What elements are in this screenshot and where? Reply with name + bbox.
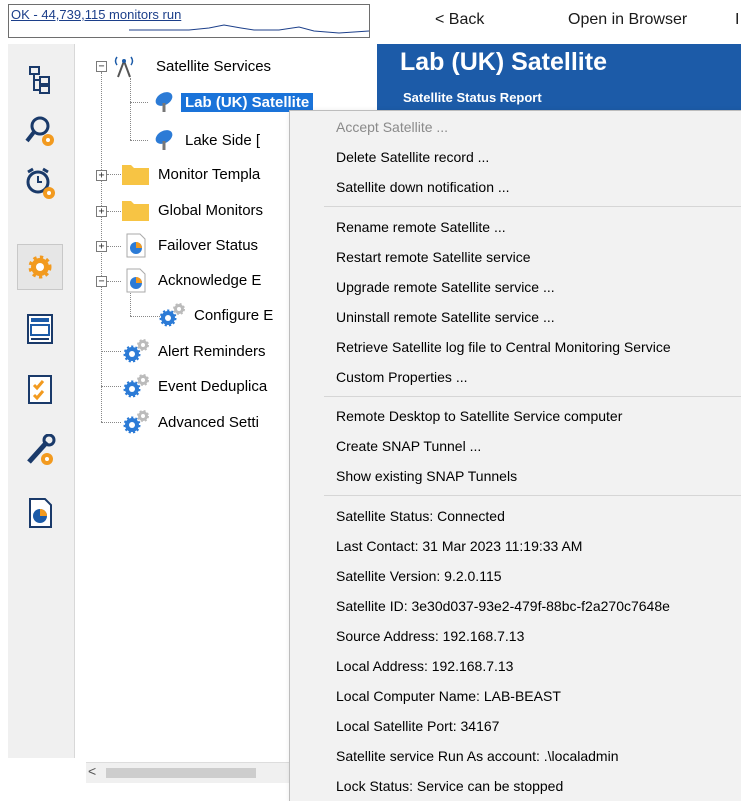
tree-item-acknowledge[interactable]: Acknowledge E — [121, 268, 262, 293]
tree-item-label: Acknowledge E — [158, 271, 262, 289]
menu-item-custom-properties[interactable]: Custom Properties ... — [336, 369, 468, 385]
menu-item-show-snap-tunnels[interactable]: Show existing SNAP Tunnels — [336, 468, 517, 484]
tree-item-label: Event Deduplica — [158, 377, 268, 395]
settings-gear-icon — [28, 255, 52, 279]
tree-item-label: Alert Reminders — [158, 342, 266, 360]
menu-item-uninstall-remote-service[interactable]: Uninstall remote Satellite service ... — [336, 309, 555, 325]
menu-separator — [324, 396, 741, 397]
menu-item-satellite-down-notification[interactable]: Satellite down notification ... — [336, 179, 510, 195]
menu-item-delete-satellite-record[interactable]: Delete Satellite record ... — [336, 149, 489, 165]
tree-item-label: Monitor Templa — [158, 165, 261, 183]
tree-item-failover-status[interactable]: Failover Status — [121, 233, 259, 258]
scrollbar-thumb[interactable] — [106, 768, 256, 778]
alarm-clock-icon — [26, 167, 55, 199]
search-monitors-button[interactable] — [17, 108, 63, 154]
search-gear-icon — [25, 116, 54, 146]
menu-item-last-contact[interactable]: Last Contact: 31 Mar 2023 11:19:33 AM — [336, 538, 582, 554]
tree-item-label: Failover Status — [158, 236, 259, 254]
tree-horizontal-scrollbar[interactable]: < — [86, 762, 296, 783]
news-report-icon — [27, 314, 53, 344]
tree-item-label: Satellite Services — [156, 57, 272, 75]
pie-report-icon — [29, 498, 52, 528]
menu-item-rename-remote-satellite[interactable]: Rename remote Satellite ... — [336, 219, 506, 235]
tree-view-button[interactable] — [17, 56, 63, 102]
satellite-context-menu: Accept Satellite ... Delete Satellite re… — [289, 110, 741, 801]
collapse-satellite-services[interactable]: − — [96, 61, 107, 72]
tree-item-monitor-templates[interactable]: Monitor Templa — [121, 162, 260, 186]
monitor-status-text[interactable]: OK - 44,739,115 monitors run — [11, 7, 181, 22]
menu-item-source-address[interactable]: Source Address: 192.168.7.13 — [336, 628, 524, 644]
satellite-antenna-icon — [114, 56, 134, 78]
satellite-dish-icon — [155, 130, 173, 150]
collapse-acknowledge[interactable]: − — [96, 276, 107, 287]
gear-icon — [123, 374, 149, 398]
tree-item-label: Advanced Setti — [158, 413, 259, 431]
menu-item-local-satellite-port[interactable]: Local Satellite Port: 34167 — [336, 718, 499, 734]
tree-item-alert-reminders[interactable]: Alert Reminders — [121, 339, 266, 363]
menu-item-local-computer-name[interactable]: Local Computer Name: LAB-BEAST — [336, 688, 561, 704]
menu-item-remote-desktop[interactable]: Remote Desktop to Satellite Service comp… — [336, 408, 622, 424]
pie-report-button[interactable] — [17, 490, 63, 536]
nav-extra-button[interactable]: I — [735, 11, 739, 29]
tree-item-label: Global Monitors — [158, 201, 264, 219]
sidebar-icon-bar — [8, 44, 75, 758]
monitor-status-strip[interactable]: OK - 44,739,115 monitors run — [8, 4, 370, 38]
tools-button[interactable] — [17, 428, 63, 474]
settings-button[interactable] — [17, 244, 63, 290]
satellite-dish-icon — [155, 92, 173, 112]
menu-item-retrieve-log-file[interactable]: Retrieve Satellite log file to Central M… — [336, 339, 671, 355]
tasks-button[interactable] — [17, 366, 63, 412]
tree-item-event-deduplication[interactable]: Event Deduplica — [121, 374, 267, 398]
tree-item-lake-side[interactable]: Lake Side [ — [151, 128, 260, 152]
expand-monitor-templates[interactable]: + — [96, 170, 107, 181]
folder-icon — [122, 165, 149, 185]
menu-item-local-address[interactable]: Local Address: 192.168.7.13 — [336, 658, 513, 674]
menu-separator — [324, 206, 741, 207]
tools-wrench-icon — [27, 434, 56, 465]
folder-icon — [122, 201, 149, 221]
gear-icon — [123, 339, 149, 363]
gear-icon — [123, 410, 149, 434]
menu-item-restart-remote-service[interactable]: Restart remote Satellite service — [336, 249, 531, 265]
open-in-browser-button[interactable]: Open in Browser — [568, 11, 687, 29]
back-button[interactable]: < Back — [435, 11, 484, 29]
menu-item-accept-satellite[interactable]: Accept Satellite ... — [336, 119, 448, 135]
pie-report-icon — [126, 268, 146, 293]
tree-item-advanced-settings[interactable]: Advanced Setti — [121, 410, 259, 434]
report-title: Lab (UK) Satellite — [400, 48, 607, 76]
menu-item-run-as-account[interactable]: Satellite service Run As account: .\loca… — [336, 748, 618, 764]
menu-item-create-snap-tunnel[interactable]: Create SNAP Tunnel ... — [336, 438, 481, 454]
report-banner: Lab (UK) Satellite Satellite Status Repo… — [377, 44, 741, 110]
menu-item-satellite-status[interactable]: Satellite Status: Connected — [336, 508, 505, 524]
menu-item-upgrade-remote-service[interactable]: Upgrade remote Satellite service ... — [336, 279, 555, 295]
tree-item-label: Lake Side [ — [185, 131, 261, 149]
report-subtitle: Satellite Status Report — [403, 90, 542, 105]
scroll-left-icon[interactable]: < — [88, 763, 96, 779]
menu-item-lock-status[interactable]: Lock Status: Service can be stopped — [336, 778, 563, 794]
menu-separator — [324, 495, 741, 496]
tree-item-configure[interactable]: Configure E — [157, 303, 273, 327]
expand-failover-status[interactable]: + — [96, 241, 107, 252]
tree-view-icon — [29, 66, 50, 94]
pie-report-icon — [126, 233, 146, 258]
expand-global-monitors[interactable]: + — [96, 206, 107, 217]
tree-item-label: Configure E — [194, 306, 274, 324]
reports-button[interactable] — [17, 306, 63, 352]
schedule-button[interactable] — [17, 160, 63, 206]
tree-item-global-monitors[interactable]: Global Monitors — [121, 198, 263, 222]
checklist-icon — [28, 375, 52, 404]
menu-item-satellite-id[interactable]: Satellite ID: 3e30d037-93e2-479f-88bc-f2… — [336, 598, 670, 614]
gear-icon — [159, 303, 185, 327]
tree-item-satellite-services[interactable]: Satellite Services — [112, 54, 271, 78]
menu-item-satellite-version[interactable]: Satellite Version: 9.2.0.115 — [336, 568, 502, 584]
tree-item-label: Lab (UK) Satellite — [181, 92, 314, 112]
browser-nav-bar: < Back Open in Browser I — [377, 0, 741, 44]
